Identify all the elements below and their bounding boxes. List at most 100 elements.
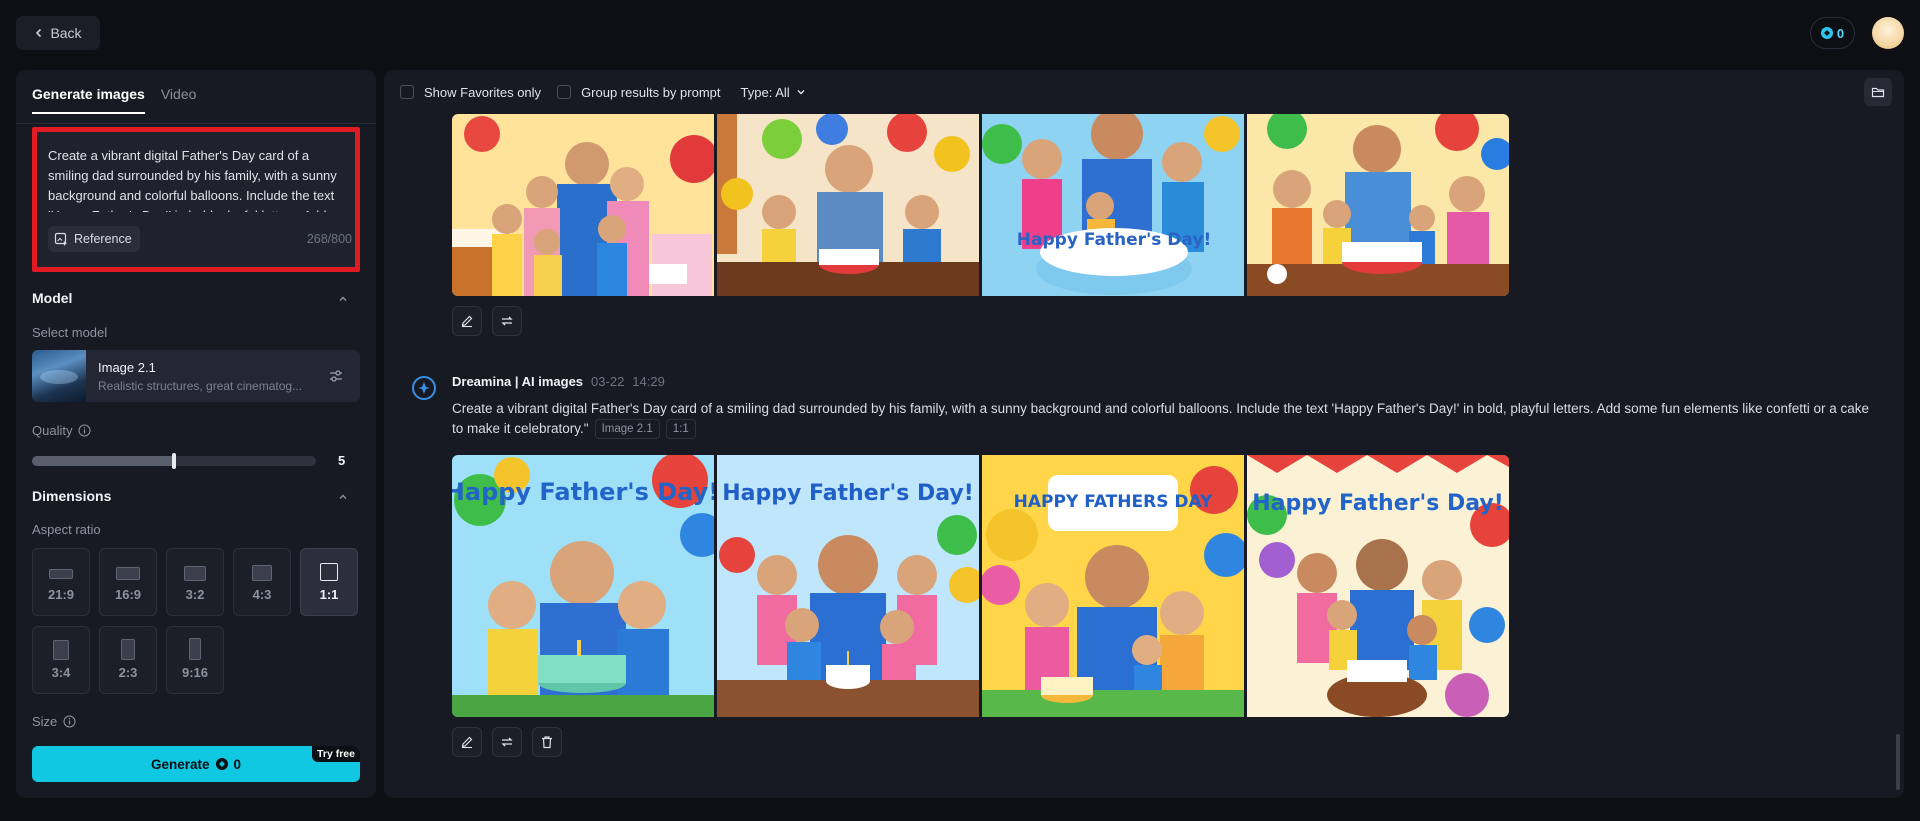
info-icon[interactable] — [78, 424, 91, 437]
result-prompt[interactable]: Create a vibrant digital Father's Day ca… — [452, 399, 1872, 440]
model-chip: Image 2.1 — [594, 419, 660, 440]
regenerate-button[interactable] — [492, 727, 522, 757]
edit-button[interactable] — [452, 306, 482, 336]
chevron-left-icon — [36, 28, 42, 38]
reference-button[interactable]: Reference — [48, 226, 140, 252]
ratio-label: 4:3 — [252, 587, 272, 602]
aspect-ratio-21-9[interactable]: 21:9 — [32, 548, 90, 616]
credit-icon — [1820, 27, 1833, 39]
tab-video[interactable]: Video — [161, 86, 197, 114]
prompt-input[interactable]: Create a vibrant digital Father's Day ca… — [32, 127, 360, 272]
type-dropdown[interactable]: Type: All — [741, 85, 806, 100]
ratio-shape-icon — [320, 563, 338, 581]
char-counter: 268/800 — [306, 232, 352, 246]
credits-badge[interactable]: 0 — [1810, 17, 1855, 49]
aspect-ratio-3-4[interactable]: 3:4 — [32, 626, 90, 694]
edit-icon — [461, 736, 473, 749]
result-prompt-text: Create a vibrant digital Father's Day ca… — [452, 401, 1870, 436]
size-label-row: Size — [32, 714, 76, 729]
group-filter[interactable]: Group results by prompt — [557, 85, 721, 100]
aspect-ratio-16-9[interactable]: 16:9 — [99, 548, 157, 616]
favorites-label: Show Favorites only — [424, 84, 542, 100]
chevron-up-icon[interactable] — [338, 294, 348, 304]
generate-label: Generate — [150, 756, 210, 772]
ratio-shape-icon — [116, 567, 140, 580]
generate-panel: Generate images Video Create a vibrant d… — [16, 70, 376, 798]
reference-icon — [54, 232, 67, 246]
card-text: Happy Father's Day! — [722, 481, 974, 506]
back-label: Back — [50, 25, 82, 41]
model-thumbnail — [32, 350, 86, 402]
result-date: 03-22 — [591, 374, 625, 389]
ratio-shape-icon — [189, 638, 201, 660]
type-label: Type: All — [740, 84, 790, 100]
credits-count: 0 — [1836, 25, 1845, 41]
filter-bar: Show Favorites only Group results by pro… — [400, 82, 806, 102]
model-section-title[interactable]: Model — [32, 290, 72, 306]
ratio-shape-icon — [121, 639, 135, 660]
regenerate-icon — [501, 737, 513, 747]
aspect-ratio-9-16[interactable]: 9:16 — [166, 626, 224, 694]
settings-sliders-icon[interactable] — [328, 368, 344, 384]
select-model-label: Select model — [32, 325, 108, 340]
result-time: 14:29 — [632, 374, 665, 389]
folder-button[interactable] — [1864, 78, 1892, 106]
group-checkbox[interactable] — [557, 85, 572, 99]
edit-button[interactable] — [452, 727, 482, 757]
generated-image[interactable]: Happy Father's Day! — [717, 455, 979, 717]
reference-label: Reference — [74, 232, 132, 246]
author-name: Dreamina | AI images — [452, 374, 584, 389]
ratio-label: 3:2 — [185, 587, 205, 602]
favorites-filter[interactable]: Show Favorites only — [400, 85, 541, 100]
tab-generate-images[interactable]: Generate images — [32, 86, 145, 114]
favorites-checkbox[interactable] — [400, 85, 414, 99]
ratio-shape-icon — [252, 565, 272, 581]
avatar[interactable] — [1872, 17, 1904, 49]
ratio-label: 9:16 — [181, 665, 209, 680]
generated-image[interactable]: Happy Father's Day! — [1247, 455, 1509, 717]
ratio-shape-icon — [49, 569, 73, 579]
edit-icon — [461, 315, 473, 328]
dimensions-section-title[interactable]: Dimensions — [32, 488, 111, 504]
ratio-shape-icon — [53, 640, 69, 660]
ratio-label: 1:1 — [319, 587, 339, 602]
quality-value: 5 — [338, 453, 346, 468]
info-icon[interactable] — [63, 715, 76, 728]
aspect-ratio-4-3[interactable]: 4:3 — [233, 548, 291, 616]
aspect-ratio-3-2[interactable]: 3:2 — [166, 548, 224, 616]
generate-button[interactable]: Generate 0 Try free — [32, 746, 360, 782]
scrollbar[interactable] — [1896, 734, 1900, 790]
prompt-text[interactable]: Create a vibrant digital Father's Day ca… — [48, 146, 348, 212]
back-button[interactable]: Back — [16, 16, 100, 50]
result-meta: Dreamina | AI images 03-22 14:29 — [452, 374, 665, 389]
tab-divider — [16, 123, 376, 124]
quality-label: Quality — [32, 423, 73, 438]
generated-image[interactable] — [717, 114, 979, 296]
quality-slider-fill — [32, 456, 174, 466]
ratio-shape-icon — [184, 566, 206, 581]
model-selector[interactable]: Image 2.1 Realistic structures, great ci… — [32, 350, 360, 402]
generated-image[interactable]: Happy Father's Day! — [982, 114, 1244, 296]
trash-icon — [542, 736, 552, 749]
quality-slider-knob[interactable] — [172, 453, 176, 469]
chevron-down-icon — [797, 90, 805, 95]
chevron-up-icon[interactable] — [338, 492, 348, 502]
generated-image[interactable]: HAPPY FATHERS DAY — [982, 455, 1244, 717]
results-panel: Show Favorites only Group results by pro… — [384, 70, 1904, 798]
generated-image[interactable] — [1247, 114, 1509, 296]
try-free-badge: Try free — [312, 746, 360, 762]
generated-image[interactable] — [452, 114, 714, 296]
aspect-ratio-1-1[interactable]: 1:1 — [300, 548, 358, 616]
size-label: Size — [32, 714, 58, 729]
image-grid: Happy Father's Day! Happy Father's Day! — [452, 455, 1509, 717]
ratio-label: 21:9 — [47, 587, 75, 602]
card-text: Happy Father's Day! — [1252, 491, 1504, 516]
folder-icon — [1871, 87, 1885, 98]
generated-image[interactable]: Happy Father's Day! — [452, 455, 714, 717]
bot-icon — [412, 376, 436, 400]
aspect-ratio-2-3[interactable]: 2:3 — [99, 626, 157, 694]
generate-cost: 0 — [233, 756, 242, 772]
delete-button[interactable] — [532, 727, 562, 757]
quality-slider[interactable] — [32, 453, 316, 469]
regenerate-button[interactable] — [492, 306, 522, 336]
